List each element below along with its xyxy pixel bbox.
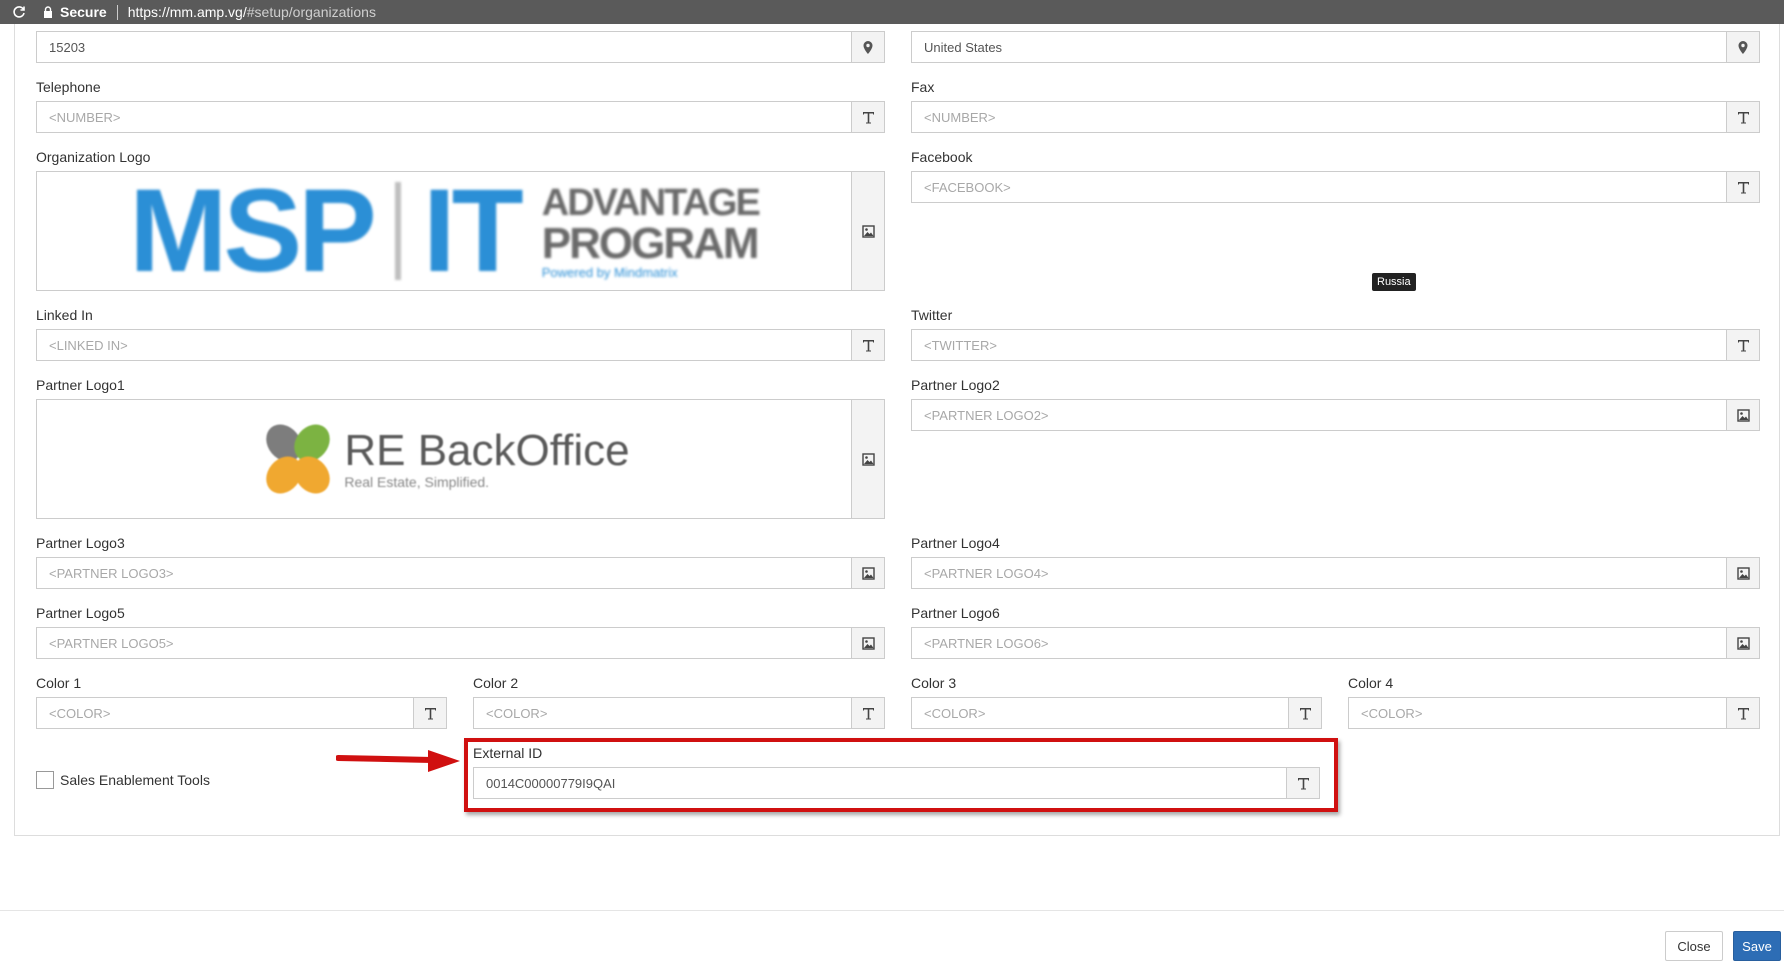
partner-logo3-placeholder: <PARTNER LOGO3> — [49, 565, 174, 581]
telephone-field[interactable]: <NUMBER> — [36, 101, 885, 133]
color4-field[interactable]: <COLOR> — [1348, 697, 1760, 729]
sales-enablement-checkbox[interactable] — [36, 771, 54, 789]
address-bar[interactable]: https://mm.amp.vg/#setup/organizations — [128, 4, 376, 20]
partner-logo2-label: Partner Logo2 — [911, 377, 1000, 393]
tooltip: Russia — [1372, 273, 1416, 291]
facebook-label: Facebook — [911, 149, 973, 165]
twitter-label: Twitter — [911, 307, 953, 323]
lock-icon — [44, 6, 52, 18]
text-format-icon[interactable] — [851, 698, 884, 728]
partner-logo6-field[interactable]: <PARTNER LOGO6> — [911, 627, 1760, 659]
image-icon[interactable] — [851, 558, 884, 588]
re-backoffice-title: RE BackOffice — [344, 426, 630, 475]
url-host: https://mm.amp.vg/ — [127, 4, 247, 20]
linkedin-placeholder: <LINKED IN> — [49, 337, 128, 353]
annotation-highlight-box — [464, 738, 1338, 812]
logo-powered-text: Powered by Mindmatrix — [541, 264, 678, 280]
image-icon[interactable] — [1726, 558, 1759, 588]
linkedin-field[interactable]: <LINKED IN> — [36, 329, 885, 361]
url-path: #setup/organizations — [246, 4, 376, 20]
partner-logo5-field[interactable]: <PARTNER LOGO5> — [36, 627, 885, 659]
zip-value: 15203 — [49, 39, 86, 55]
organization-logo-field[interactable]: MSP IT ADVANTAGE PROGRAM Powered by Mind… — [36, 171, 885, 291]
browser-toolbar: Secure https://mm.amp.vg/#setup/organiza… — [0, 0, 1784, 24]
partner-logo6-label: Partner Logo6 — [911, 605, 1000, 621]
color2-label: Color 2 — [473, 675, 519, 691]
partner-logo2-field[interactable]: <PARTNER LOGO2> — [911, 399, 1760, 431]
save-button[interactable]: Save — [1733, 931, 1781, 961]
fax-field[interactable]: <NUMBER> — [911, 101, 1760, 133]
color4-label: Color 4 — [1348, 675, 1394, 691]
fax-placeholder: <NUMBER> — [924, 109, 996, 125]
re-backoffice-logo-mark — [266, 424, 331, 494]
image-icon[interactable] — [851, 172, 884, 290]
organization-logo-image: MSP IT ADVANTAGE PROGRAM Powered by Mind… — [37, 172, 851, 290]
separator — [116, 4, 118, 20]
fax-label: Fax — [911, 79, 935, 95]
logo-it-text: IT — [422, 165, 524, 297]
image-icon[interactable] — [851, 400, 884, 518]
partner-logo4-label: Partner Logo4 — [911, 535, 1000, 551]
footer-divider — [0, 910, 1784, 911]
partner-logo1-image: RE BackOffice Real Estate, Simplified. — [37, 400, 851, 518]
sales-enablement-label: Sales Enablement Tools — [60, 772, 210, 788]
linkedin-label: Linked In — [36, 307, 93, 323]
country-field[interactable]: United States — [911, 31, 1760, 63]
telephone-placeholder: <NUMBER> — [49, 109, 121, 125]
partner-logo6-placeholder: <PARTNER LOGO6> — [924, 635, 1049, 651]
twitter-field[interactable]: <TWITTER> — [911, 329, 1760, 361]
logo-msp-text: MSP — [129, 165, 377, 297]
organization-logo-label: Organization Logo — [36, 149, 151, 165]
text-format-icon[interactable] — [1726, 330, 1759, 360]
facebook-placeholder: <FACEBOOK> — [924, 179, 1011, 195]
image-icon[interactable] — [1726, 400, 1759, 430]
partner-logo3-label: Partner Logo3 — [36, 535, 125, 551]
color2-field[interactable]: <COLOR> — [473, 697, 885, 729]
reload-icon[interactable] — [9, 2, 29, 22]
partner-logo4-field[interactable]: <PARTNER LOGO4> — [911, 557, 1760, 589]
partner-logo2-placeholder: <PARTNER LOGO2> — [924, 407, 1049, 423]
color1-field[interactable]: <COLOR> — [36, 697, 447, 729]
image-icon[interactable] — [851, 628, 884, 658]
partner-logo1-field[interactable]: RE BackOffice Real Estate, Simplified. — [36, 399, 885, 519]
text-format-icon[interactable] — [851, 102, 884, 132]
map-marker-icon[interactable] — [851, 32, 884, 62]
partner-logo4-placeholder: <PARTNER LOGO4> — [924, 565, 1049, 581]
color4-placeholder: <COLOR> — [1361, 705, 1423, 721]
text-format-icon[interactable] — [1288, 698, 1321, 728]
partner-logo1-label: Partner Logo1 — [36, 377, 125, 393]
color1-placeholder: <COLOR> — [49, 705, 111, 721]
map-marker-icon[interactable] — [1726, 32, 1759, 62]
text-format-icon[interactable] — [1726, 172, 1759, 202]
logo-advantage-text: ADVANTAGE — [541, 181, 761, 224]
annotation-arrow — [336, 750, 460, 772]
color2-placeholder: <COLOR> — [486, 705, 548, 721]
text-format-icon[interactable] — [413, 698, 446, 728]
color3-placeholder: <COLOR> — [924, 705, 986, 721]
sales-enablement-row[interactable]: Sales Enablement Tools — [36, 771, 210, 789]
facebook-field[interactable]: <FACEBOOK> — [911, 171, 1760, 203]
re-backoffice-tagline: Real Estate, Simplified. — [344, 474, 490, 490]
text-format-icon[interactable] — [1726, 698, 1759, 728]
twitter-placeholder: <TWITTER> — [924, 337, 997, 353]
zip-field[interactable]: 15203 — [36, 31, 885, 63]
secure-label: Secure — [60, 4, 107, 20]
partner-logo3-field[interactable]: <PARTNER LOGO3> — [36, 557, 885, 589]
image-icon[interactable] — [1726, 628, 1759, 658]
logo-divider — [394, 182, 401, 280]
color3-label: Color 3 — [911, 675, 957, 691]
text-format-icon[interactable] — [851, 330, 884, 360]
country-value: United States — [924, 39, 1003, 55]
text-format-icon[interactable] — [1726, 102, 1759, 132]
logo-program-text: PROGRAM — [541, 218, 760, 268]
partner-logo5-label: Partner Logo5 — [36, 605, 125, 621]
color1-label: Color 1 — [36, 675, 82, 691]
color3-field[interactable]: <COLOR> — [911, 697, 1322, 729]
partner-logo5-placeholder: <PARTNER LOGO5> — [49, 635, 174, 651]
close-button[interactable]: Close — [1665, 931, 1723, 961]
telephone-label: Telephone — [36, 79, 101, 95]
